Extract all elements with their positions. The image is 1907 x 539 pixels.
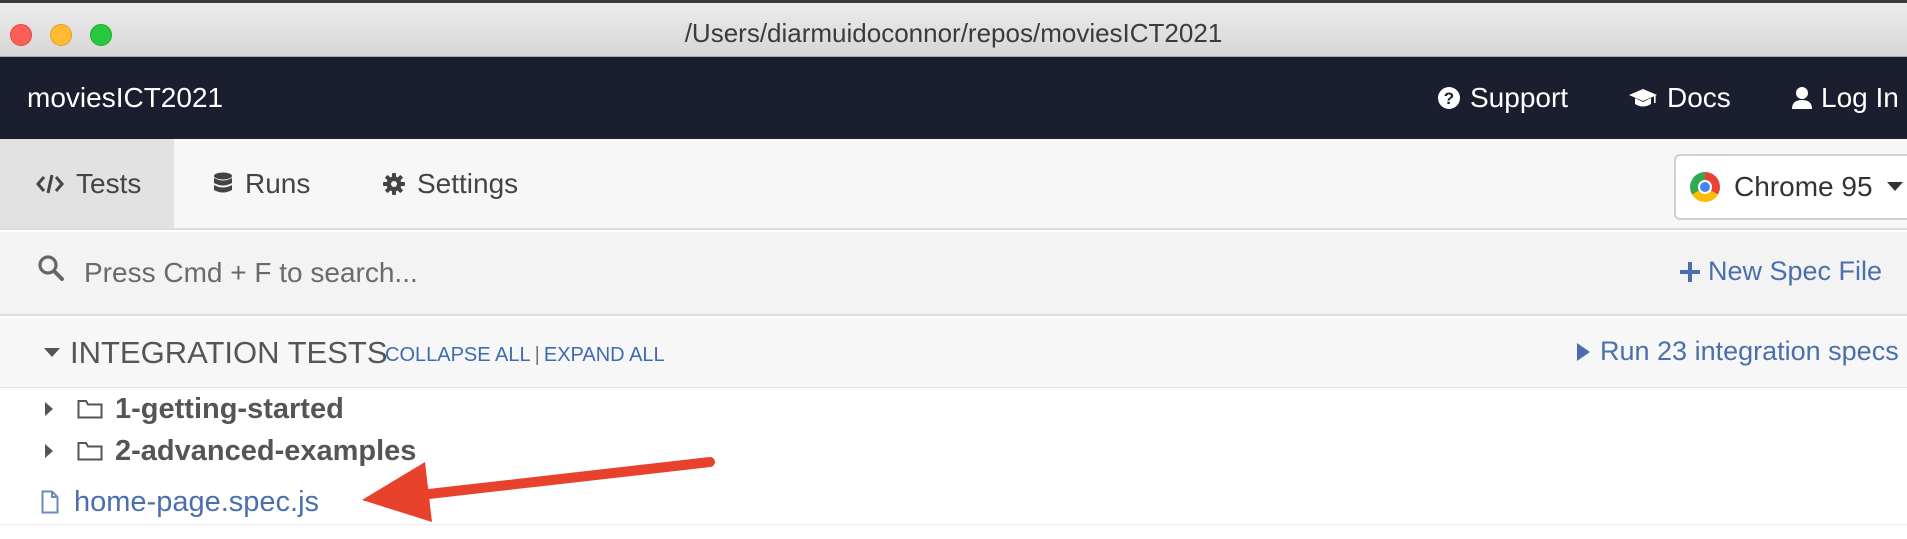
chrome-logo-icon [1690,172,1720,202]
spec-folder-row[interactable]: 1-getting-started [0,388,1907,430]
collapse-caret-icon[interactable] [44,348,60,357]
tab-runs[interactable]: Runs [213,139,310,228]
collapse-all-link[interactable]: COLLAPSE ALL [385,344,531,366]
browser-selector[interactable]: Chrome 95 [1674,154,1907,220]
integration-tests-header: INTEGRATION TESTS COLLAPSE ALL | EXPAND AL… [0,318,1907,388]
spec-folder-label: 2-advanced-examples [115,434,417,467]
search-icon [38,255,64,281]
project-name: moviesICT2021 [27,82,224,113]
file-icon [41,490,59,514]
main-tabbar: Tests Runs Settings Chrome 95 [0,139,1907,230]
caret-right-icon [45,444,53,458]
login-link[interactable]: Log In [1792,82,1899,114]
support-label: Support [1470,82,1569,113]
tab-runs-label: Runs [245,167,311,199]
new-spec-file-button[interactable]: New Spec File [1680,256,1882,287]
expand-all-link[interactable]: EXPAND ALL [544,344,665,366]
svg-text:?: ? [1444,89,1454,108]
tab-tests[interactable]: Tests [0,139,174,228]
caret-down-icon [1886,182,1903,191]
plus-icon [1680,261,1700,282]
window-titlebar: /Users/diarmuidoconnor/repos/moviesICT20… [0,0,1907,57]
login-label: Log In [1821,82,1899,113]
spec-file-label: home-page.spec.js [74,485,320,518]
gear-icon [383,172,405,195]
link-separator: | [534,344,540,366]
play-icon [1577,342,1590,361]
window-title: /Users/diarmuidoconnor/repos/moviesICT20… [684,18,1223,48]
docs-link[interactable]: Docs [1628,82,1731,114]
spec-folder-row[interactable]: 2-advanced-examples [0,430,1907,472]
search-input[interactable] [82,250,1086,296]
run-integration-specs-label: Run 23 integration specs [1600,336,1899,366]
database-icon [214,172,232,192]
user-icon [1792,87,1812,109]
docs-label: Docs [1667,82,1731,113]
tab-settings[interactable]: Settings [383,139,518,228]
new-spec-file-label: New Spec File [1708,256,1883,286]
spec-folder-label: 1-getting-started [115,392,344,425]
code-icon [36,174,64,193]
search-bar: New Spec File [0,232,1907,316]
collapse-expand-links: COLLAPSE ALL | EXPAND ALL [385,344,665,367]
app-header: moviesICT2021 ? Support Docs Log In [0,57,1907,139]
support-link[interactable]: ? Support [1437,82,1568,114]
folder-icon [77,400,103,419]
run-integration-specs-button[interactable]: Run 23 integration specs [1577,336,1899,367]
folder-icon [77,442,103,461]
question-circle-icon: ? [1438,87,1460,109]
caret-right-icon [45,402,53,416]
spec-file-row[interactable]: home-page.spec.js [0,480,1907,525]
browser-selected-label: Chrome 95 [1734,171,1873,202]
tab-tests-label: Tests [76,167,142,199]
integration-tests-title: INTEGRATION TESTS [70,335,388,370]
tab-settings-label: Settings [417,167,519,199]
graduation-cap-icon [1629,89,1657,107]
